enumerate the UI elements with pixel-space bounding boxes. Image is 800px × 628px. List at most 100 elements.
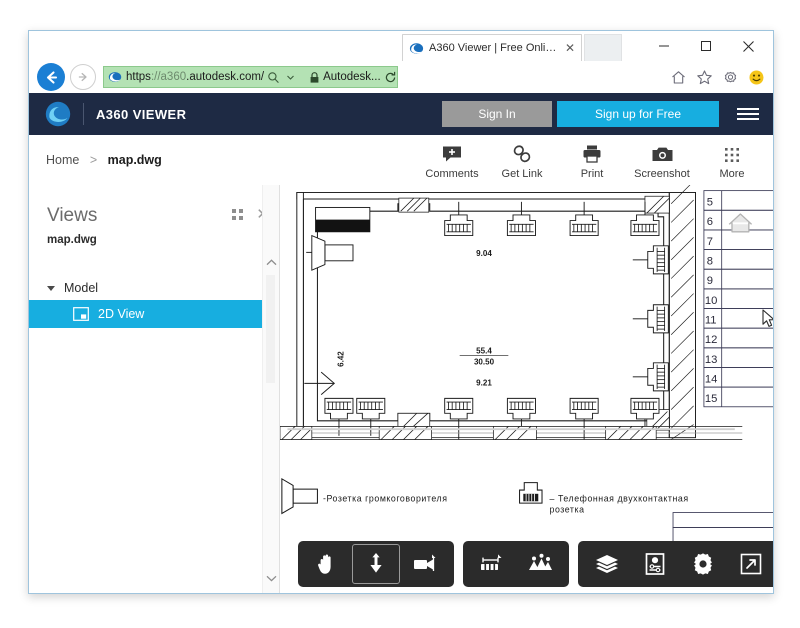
- browser-tab[interactable]: A360 Viewer | Free Online Fi... ✕: [402, 34, 582, 61]
- sign-in-button[interactable]: Sign In: [442, 101, 552, 127]
- hamburger-menu-icon[interactable]: [737, 108, 759, 120]
- schedule-table: 567 8910 111213 1415: [704, 191, 773, 407]
- layers-icon: [594, 553, 620, 575]
- svg-text:12: 12: [705, 334, 717, 346]
- camera-tool-button[interactable]: [402, 545, 448, 583]
- app-name: A360 VIEWER: [96, 107, 186, 122]
- a360-logo: [45, 101, 71, 127]
- printer-icon: [581, 142, 603, 164]
- back-arrow-icon[interactable]: [37, 63, 65, 91]
- certificate-organization: Autodesk...: [323, 71, 381, 83]
- tab-strip: A360 Viewer | Free Online Fi... ✕: [29, 31, 773, 61]
- legend: -Розетка громкоговорителя – Телефонная д…: [282, 479, 689, 515]
- document-toolbar: Comments Get Link: [417, 138, 767, 180]
- svg-text:8: 8: [707, 256, 713, 268]
- window-controls: [643, 31, 769, 61]
- breadcrumb-home[interactable]: Home: [46, 153, 79, 167]
- svg-text:9: 9: [707, 275, 713, 287]
- legend-text-0: -Розетка громкоговорителя: [323, 493, 447, 503]
- dimension-top: 9.04: [476, 249, 492, 258]
- dimension-center-lower: 30.50: [474, 358, 495, 367]
- home-icon-overlay: [729, 214, 751, 232]
- sidebar-scrollbar[interactable]: [262, 185, 279, 593]
- browser-action-icons: [670, 69, 773, 86]
- section-tool-button[interactable]: [517, 545, 563, 583]
- tree-group-model[interactable]: Model: [29, 276, 279, 300]
- home-icon[interactable]: [670, 69, 687, 86]
- scrollbar-thumb[interactable]: [266, 275, 275, 383]
- search-icon[interactable]: [267, 71, 280, 84]
- mouse-cursor: [762, 309, 773, 328]
- refresh-icon[interactable]: [384, 71, 397, 84]
- cad-viewer[interactable]: 9.04 55.4 30.50 9.21 6.42: [280, 185, 773, 593]
- chevron-down-icon: [47, 286, 55, 291]
- more-label: More: [719, 168, 744, 180]
- properties-button[interactable]: [632, 545, 678, 583]
- measure-tool-button[interactable]: [469, 545, 515, 583]
- new-tab-button[interactable]: [584, 34, 622, 61]
- hand-icon: [315, 552, 339, 576]
- print-button[interactable]: Print: [557, 138, 627, 180]
- main-split: Views map.dwg ✕ Model: [29, 185, 773, 593]
- tab-close-icon[interactable]: ✕: [565, 42, 575, 54]
- minimize-button[interactable]: [643, 32, 685, 60]
- lock-icon: [309, 71, 320, 84]
- explode-icon: [527, 553, 553, 575]
- orbit-tool-button[interactable]: [352, 544, 400, 584]
- views-panel-header: Views map.dwg ✕: [29, 185, 279, 246]
- more-button[interactable]: More: [697, 138, 767, 180]
- print-label: Print: [581, 168, 604, 180]
- scroll-up-icon[interactable]: [263, 253, 279, 271]
- grid-toggle-icon[interactable]: [232, 209, 243, 220]
- star-icon[interactable]: [696, 69, 713, 86]
- maximize-button[interactable]: [685, 32, 727, 60]
- viewer-toolbar-group-analysis: [463, 541, 569, 587]
- camera-interaction-icon: [412, 553, 438, 575]
- dimension-bottom: 9.21: [476, 378, 492, 387]
- scroll-down-icon[interactable]: [263, 569, 279, 587]
- smiley-icon[interactable]: [748, 69, 765, 86]
- pan-tool-button[interactable]: [304, 545, 350, 583]
- views-panel: Views map.dwg ✕ Model: [29, 185, 280, 593]
- fullscreen-button[interactable]: [728, 545, 773, 583]
- comments-button[interactable]: Comments: [417, 138, 487, 180]
- screenshot-button[interactable]: Screenshot: [627, 138, 697, 180]
- measure-icon: [479, 553, 505, 575]
- sub-header: Home > map.dwg Comments: [29, 135, 773, 186]
- breadcrumb-current: map.dwg: [108, 153, 162, 167]
- chevron-down-icon[interactable]: [286, 73, 295, 82]
- views-tree: Model 2D View: [29, 276, 279, 328]
- screen: A360 Viewer | Free Online Fi... ✕: [0, 0, 800, 628]
- comment-icon: [441, 142, 463, 164]
- floor-plan-drawing: 9.04 55.4 30.50 9.21 6.42: [280, 185, 773, 593]
- forward-arrow-icon[interactable]: [70, 64, 96, 90]
- camera-icon: [651, 142, 674, 164]
- viewer-toolbar: [298, 541, 773, 587]
- svg-text:7: 7: [707, 236, 713, 248]
- gear-icon[interactable]: [722, 69, 739, 86]
- close-window-button[interactable]: [727, 32, 769, 60]
- legend-text-2: розетка: [550, 505, 585, 515]
- address-bar[interactable]: https://a360.autodesk.com/ Autodesk...: [103, 66, 398, 88]
- viewer-toolbar-group-navigation: [298, 541, 454, 587]
- svg-text:11: 11: [705, 314, 717, 326]
- tree-group-label: Model: [64, 281, 98, 295]
- layers-button[interactable]: [584, 545, 630, 583]
- svg-text:15: 15: [705, 393, 717, 405]
- get-link-button[interactable]: Get Link: [487, 138, 557, 180]
- svg-text:6: 6: [707, 216, 713, 228]
- svg-text:10: 10: [705, 295, 717, 307]
- comments-label: Comments: [425, 168, 478, 180]
- viewer-toolbar-group-display: [578, 541, 773, 587]
- properties-icon: [644, 552, 666, 576]
- app-header: A360 VIEWER Sign In Sign up for Free: [29, 93, 773, 135]
- gear-icon: [691, 552, 715, 576]
- sign-up-button[interactable]: Sign up for Free: [557, 101, 719, 127]
- site-favicon: [108, 70, 122, 84]
- settings-button[interactable]: [680, 545, 726, 583]
- screenshot-label: Screenshot: [634, 168, 690, 180]
- svg-text:13: 13: [705, 354, 717, 366]
- tree-item-2d-view[interactable]: 2D View: [29, 300, 279, 328]
- browser-window: A360 Viewer | Free Online Fi... ✕: [28, 30, 774, 594]
- navigation-bar: https://a360.autodesk.com/ Autodesk...: [29, 61, 773, 93]
